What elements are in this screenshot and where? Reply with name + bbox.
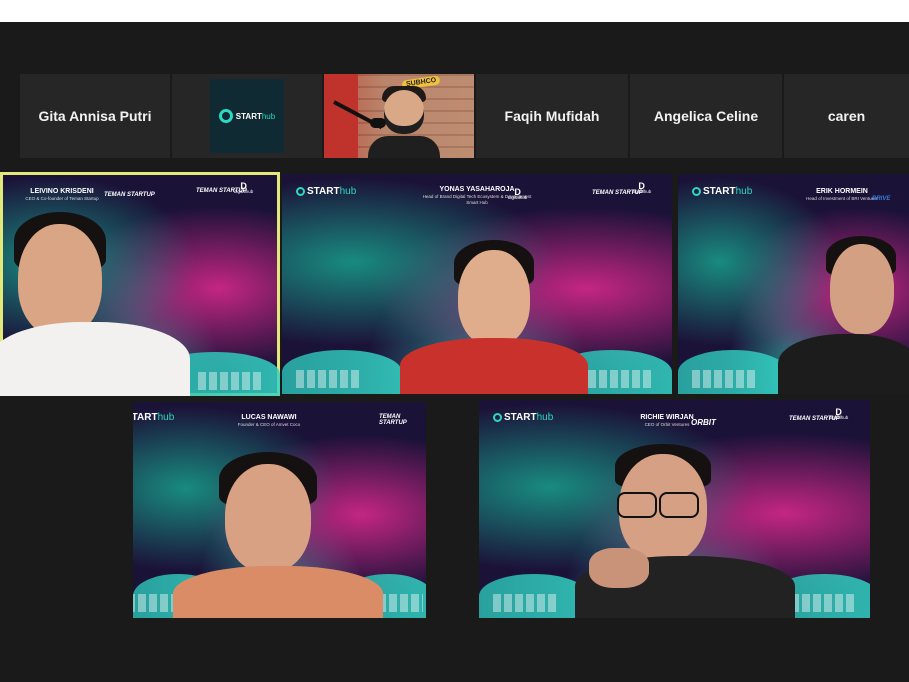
sponsor-logos [198,372,262,390]
sponsor-logos [791,594,855,612]
video-tile-yonas[interactable]: STARThub YONAS YASAHAROJA Head of Brand … [282,174,672,394]
starthub-icon [493,413,502,422]
sponsor-logos [493,594,557,612]
starthub-icon [218,109,233,123]
starthub-brand: STARThub [133,412,175,423]
speaker-hand [589,548,649,588]
participant-tile-video[interactable]: SUBHCO [324,74,474,158]
starthub-brand: STARThub [296,186,356,197]
microphone-icon [370,118,386,128]
video-tile-richie[interactable]: STARThub RICHIE WIRJAN CEO of Orbit Vent… [479,400,870,618]
participant-name: Gita Annisa Putri [38,108,152,124]
bri-ventures-logo: BRIVE [872,196,891,202]
participant-face [384,90,424,134]
video-tile-lucas[interactable]: STARThub LUCAS NAWAWI Founder & CEO of A… [133,402,426,618]
participant-tile-gita[interactable]: Gita Annisa Putri [20,74,170,158]
participant-tile-caren[interactable]: caren [784,74,909,158]
speaker-face [830,244,894,334]
starthub-icon [296,187,305,196]
video-tile-erik[interactable]: STARThub ERIK HORMEIN Head of Investment… [678,174,909,394]
participant-tile-angelica[interactable]: Angelica Celine [630,74,782,158]
glasses [659,492,699,518]
participant-name: Faqih Mufidah [504,108,600,124]
digitalhub-logo: Ddigitalhub [632,181,652,195]
starthub-logo: STARThub [210,79,284,153]
digitalhub-logo: Ddigitalhub [508,187,528,201]
teman-startup-logo: TEMAN STARTUP [104,192,155,198]
participant-name: caren [827,108,866,124]
starthub-brand: STARThub [493,412,553,423]
participant-video: SUBHCO [324,74,474,158]
starthub-brand: STARThub [692,186,752,197]
video-tile-leivino[interactable]: LEIVINO KRISDENI CEO & Co-founder of Tem… [0,172,280,396]
participant-strip: Gita Annisa Putri STARThub SUBHCO Faqih … [0,74,909,158]
glasses [617,492,657,518]
speaker-caption: LUCAS NAWAWI Founder & CEO of Amvet Coco [237,414,301,428]
speaker-caption: ERIK HORMEIN Head of Investment of BRI V… [806,188,878,202]
participant-tile-starthub[interactable]: STARThub [172,74,322,158]
window-top-bar [0,0,909,22]
speaker-shirt [0,322,190,396]
sponsor-logos [133,594,177,612]
orbit-logo: ORBIT [691,418,716,427]
speaker-shirt [173,566,383,618]
starthub-icon [692,187,701,196]
digitalhub-logo: Ddigitalhub [829,407,849,421]
speaker-shirt [400,338,588,394]
participant-tile-faqih[interactable]: Faqih Mufidah [476,74,628,158]
sponsor-logos [692,370,756,388]
sponsor-logos [296,370,360,388]
speaker-face [18,224,102,336]
speaker-caption: LEIVINO KRISDENI CEO & Co-founder of Tem… [25,188,99,202]
speaker-shirt [778,334,909,394]
speaker-face [225,464,311,572]
teman-startup-logo: TEMAN STARTUP [379,414,407,426]
speaker-face [458,250,530,346]
sponsor-logos [588,370,652,388]
digitalhub-logo: Ddigitalhub [234,181,254,195]
participant-name: Angelica Celine [653,108,759,124]
